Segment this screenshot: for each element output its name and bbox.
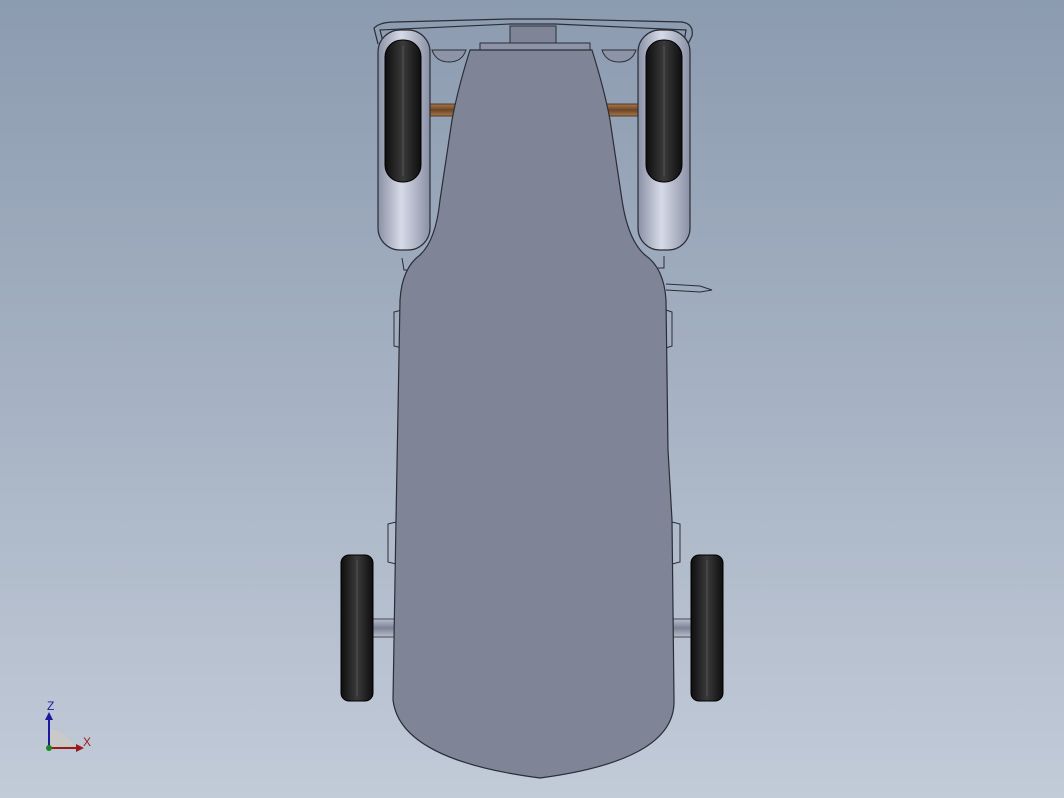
kart-model-top-view[interactable]	[0, 0, 1064, 798]
y-axis-dot	[46, 745, 52, 751]
z-axis-label: Z	[47, 699, 55, 713]
rear-right-wheel[interactable]	[690, 554, 724, 702]
x-axis-label: X	[83, 735, 92, 749]
cad-viewport[interactable]: Z X	[0, 0, 1064, 798]
rear-left-wheel[interactable]	[340, 554, 374, 702]
headlight-left	[431, 49, 467, 63]
headlight-right	[601, 49, 637, 63]
front-right-wheel-assembly[interactable]	[637, 29, 691, 251]
side-lever[interactable]	[665, 283, 713, 293]
kart-body[interactable]	[392, 49, 675, 779]
front-left-wheel-assembly[interactable]	[377, 29, 431, 251]
